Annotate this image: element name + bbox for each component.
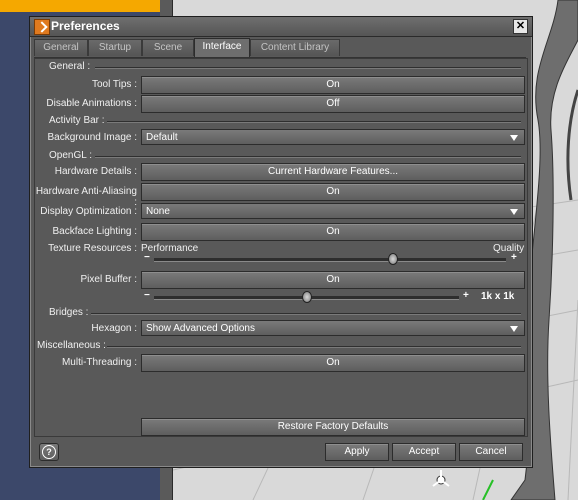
texture-resources-slider-track[interactable] xyxy=(154,258,506,262)
background-image-select[interactable]: Default xyxy=(141,129,525,145)
pixel-buffer-label: Pixel Buffer : xyxy=(80,274,137,285)
section-divider xyxy=(107,121,521,123)
close-button[interactable]: ✕ xyxy=(513,19,528,34)
section-bridges: Bridges : xyxy=(49,307,89,318)
background-image-label: Background Image : xyxy=(47,132,138,143)
texture-resources-slider-handle[interactable] xyxy=(388,253,399,265)
help-icon: ? xyxy=(42,445,56,459)
preferences-dialog: Preferences ✕ General Startup Scene Inte… xyxy=(29,16,533,468)
tool-tips-toggle[interactable]: On xyxy=(141,76,525,94)
dialog-titlebar[interactable]: Preferences ✕ xyxy=(30,17,532,37)
pixel-buffer-minus-icon[interactable]: − xyxy=(144,290,150,301)
texture-quality-label: Quality xyxy=(493,243,525,254)
section-miscellaneous: Miscellaneous : xyxy=(37,340,106,351)
tab-scene[interactable]: Scene xyxy=(142,39,194,56)
apply-button[interactable]: Apply xyxy=(325,443,389,461)
interface-settings-panel: General : Tool Tips : On Disable Animati… xyxy=(34,58,528,437)
chevron-down-icon xyxy=(510,209,518,215)
dialog-title: Preferences xyxy=(51,19,120,33)
disable-animations-toggle[interactable]: Off xyxy=(141,95,525,113)
cancel-button[interactable]: Cancel xyxy=(459,443,523,461)
accept-button[interactable]: Accept xyxy=(392,443,456,461)
hexagon-value: Show Advanced Options xyxy=(146,323,255,334)
section-opengl: OpenGL : xyxy=(49,150,92,161)
tab-bar: General Startup Scene Interface Content … xyxy=(34,38,526,58)
backface-lighting-label: Backface Lighting : xyxy=(52,226,138,237)
tab-interface[interactable]: Interface xyxy=(194,38,250,57)
texture-resources-label: Texture Resources : xyxy=(48,243,137,254)
current-hardware-features-button[interactable]: Current Hardware Features... xyxy=(141,163,525,181)
section-divider xyxy=(95,67,521,69)
tab-general[interactable]: General xyxy=(34,39,88,56)
texture-minus-icon[interactable]: − xyxy=(144,252,150,263)
tab-startup[interactable]: Startup xyxy=(88,39,142,56)
section-divider xyxy=(91,313,521,315)
section-divider xyxy=(95,156,521,158)
display-optimization-select[interactable]: None xyxy=(141,203,525,219)
texture-plus-icon[interactable]: + xyxy=(511,252,517,263)
multi-threading-label: Multi-Threading : xyxy=(61,357,137,368)
pixel-buffer-slider-handle[interactable] xyxy=(301,291,312,303)
pixel-buffer-readout: 1k x 1k xyxy=(481,291,515,302)
pixel-buffer-plus-icon[interactable]: + xyxy=(463,290,469,301)
background-image-value: Default xyxy=(146,132,178,143)
section-divider xyxy=(107,346,521,348)
hexagon-label: Hexagon : xyxy=(91,323,137,334)
orange-highlight-bar xyxy=(0,0,160,12)
tool-tips-label: Tool Tips : xyxy=(91,79,137,90)
restore-factory-defaults-button[interactable]: Restore Factory Defaults xyxy=(141,418,525,436)
chevron-down-icon xyxy=(510,135,518,141)
display-optimization-value: None xyxy=(146,206,170,217)
multi-threading-toggle[interactable]: On xyxy=(141,354,525,372)
hardware-details-label: Hardware Details : xyxy=(54,166,137,177)
section-general: General : xyxy=(49,61,91,72)
dialog-footer: ? Apply Accept Cancel xyxy=(34,441,528,463)
help-button[interactable]: ? xyxy=(39,443,59,461)
display-optimization-label: Display Optimization : xyxy=(40,206,137,217)
tab-content-library[interactable]: Content Library xyxy=(250,39,340,56)
app-logo-icon xyxy=(34,19,50,35)
disable-animations-label: Disable Animations : xyxy=(46,98,137,109)
pixel-buffer-toggle[interactable]: On xyxy=(141,271,525,289)
backface-lighting-toggle[interactable]: On xyxy=(141,223,525,241)
chevron-down-icon xyxy=(510,326,518,332)
hardware-anti-aliasing-toggle[interactable]: On xyxy=(141,183,525,201)
hexagon-select[interactable]: Show Advanced Options xyxy=(141,320,525,336)
hardware-anti-aliasing-label: Hardware Anti-Aliasing : xyxy=(35,186,137,208)
section-activity-bar: Activity Bar : xyxy=(49,115,105,126)
